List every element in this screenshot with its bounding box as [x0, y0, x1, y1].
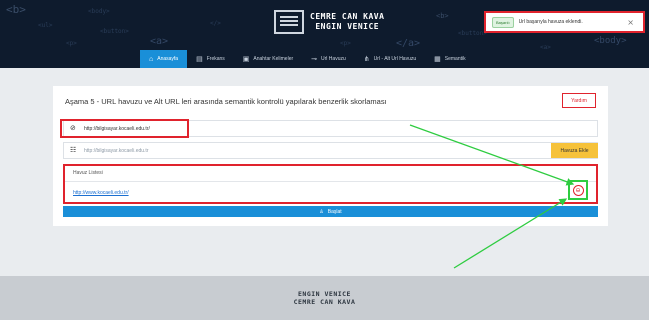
nav-item-url-alt-url-havuzu[interactable]: ⋔ Url - Alt Url Havuzu: [355, 50, 425, 68]
brand-title: CEMRE CAN KAVA ENGIN VENICE: [310, 12, 384, 32]
keywords-icon: ▣: [242, 55, 250, 63]
code-decoration: <body>: [88, 8, 110, 15]
nav-label: Url - Alt Url Havuzu: [373, 56, 417, 62]
file-icon: ▤: [196, 55, 203, 63]
list-icon: ☷: [70, 146, 77, 154]
sitemap-icon: ⋔: [363, 55, 370, 63]
semantic-icon: ▦: [434, 55, 441, 63]
code-decoration: <a>: [540, 44, 551, 51]
divider: [65, 181, 596, 182]
help-button[interactable]: Yardım: [562, 93, 596, 108]
nav-item-anahtar-kelimeler[interactable]: ▣ Anahtar Kelimeler: [234, 50, 302, 68]
nav-label: Frekans: [206, 56, 225, 62]
page-title: Aşama 5 - URL havuzu ve Alt URL leri ara…: [65, 97, 387, 106]
list-item[interactable]: http://www.kocaeli.edu.tr/: [73, 190, 129, 196]
pool-list-header: Havuz Listesi: [73, 170, 103, 176]
toast-badge: Başarılı: [492, 16, 514, 28]
nav-label: Url Havuzu: [321, 56, 346, 62]
code-decoration: <ul>: [38, 22, 53, 29]
close-icon[interactable]: ×: [627, 18, 634, 27]
pool-input-row: ☷ http://bilgisayar.kocaeli.edu.tr Havuz…: [63, 142, 598, 159]
site-footer: ENGIN VENICE CEMRE CAN KAVA: [0, 276, 649, 320]
code-decoration: <body>: [594, 36, 627, 46]
main-nav: ⌂ Anasayfa ▤ Frekans ▣ Anahtar Kelimeler…: [140, 50, 475, 68]
footer-line-2: CEMRE CAN KAVA: [293, 298, 356, 306]
brand-line-1: CEMRE CAN KAVA: [310, 12, 385, 21]
nav-label: Semantik: [444, 56, 466, 62]
book-logo-icon: [274, 10, 304, 34]
code-decoration: <button>: [458, 30, 487, 37]
footer-line-1: ENGIN VENICE: [298, 290, 351, 298]
link-icon: ⊸: [311, 55, 318, 63]
home-icon: ⌂: [149, 55, 154, 63]
start-label: Başlat: [327, 208, 342, 215]
nav-label: Anasayfa: [157, 56, 179, 62]
code-decoration: <b>: [6, 3, 26, 16]
code-decoration: </a>: [396, 38, 421, 49]
code-decoration: <button>: [100, 28, 129, 35]
code-decoration: <b>: [436, 12, 449, 20]
user-icon: ♙: [319, 208, 324, 215]
stage-card: Aşama 5 - URL havuzu ve Alt URL leri ara…: [53, 86, 608, 226]
pool-list: Havuz Listesi http://www.kocaeli.edu.tr/…: [63, 164, 598, 204]
site-header: <b> <body> <a> <button> <ul> </> <p> <b>…: [0, 0, 649, 68]
code-decoration: <p>: [340, 40, 351, 47]
add-to-pool-button[interactable]: Havuza Ekle: [551, 143, 598, 158]
start-button[interactable]: ♙ Başlat: [63, 206, 598, 217]
pool-url-input[interactable]: http://bilgisayar.kocaeli.edu.tr: [84, 148, 148, 154]
toast-message: Url başarıyla havuza eklendi.: [518, 19, 583, 25]
code-decoration: <a>: [150, 36, 169, 47]
nav-item-url-havuzu[interactable]: ⊸ Url Havuzu: [302, 50, 355, 68]
delete-highlight: ⊖: [568, 180, 588, 200]
nav-label: Anahtar Kelimeler: [253, 56, 294, 62]
nav-item-frekans[interactable]: ▤ Frekans: [187, 50, 234, 68]
brand-line-2: ENGIN VENICE: [315, 22, 380, 31]
brand[interactable]: CEMRE CAN KAVA ENGIN VENICE: [274, 10, 384, 34]
nav-item-anasayfa[interactable]: ⌂ Anasayfa: [140, 50, 188, 68]
url-highlight: [60, 119, 189, 138]
nav-item-semantik[interactable]: ▦ Semantik: [425, 50, 474, 68]
code-decoration: </>: [210, 20, 221, 27]
success-toast: Başarılı Url başarıyla havuza eklendi. ×: [484, 11, 645, 33]
code-decoration: <p>: [66, 40, 77, 47]
delete-icon[interactable]: ⊖: [572, 184, 584, 196]
